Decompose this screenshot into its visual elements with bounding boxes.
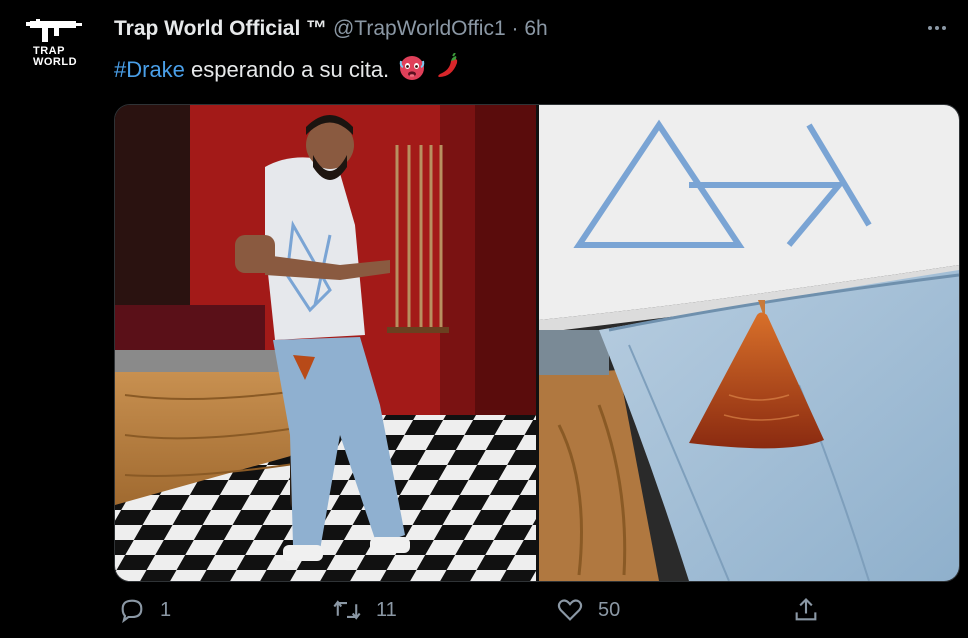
- hashtag-link[interactable]: #Drake: [114, 57, 185, 82]
- uzi-gun-logo: [26, 19, 82, 42]
- tweet-body: esperando a su cita.: [184, 57, 390, 82]
- user-handle[interactable]: @TrapWorldOffic1: [333, 17, 506, 40]
- hot-face-emoji: [400, 56, 425, 80]
- display-name[interactable]: Trap World Official ™: [114, 17, 327, 40]
- retweet-count: 11: [376, 598, 397, 621]
- media-grid: [114, 104, 960, 582]
- chili-pepper-emoji: [438, 53, 458, 77]
- photo-closeup-bag[interactable]: [539, 105, 959, 581]
- timestamp[interactable]: 6h: [524, 17, 547, 40]
- photo-drake-pool-table[interactable]: [115, 105, 536, 581]
- reply-icon: [121, 599, 143, 624]
- like-icon: [557, 599, 583, 621]
- avatar-logo-text: TRAP WORLD: [32, 45, 78, 68]
- tweet-text: #Drake esperando a su cita.: [114, 53, 462, 84]
- avatar[interactable]: TRAP WORLD: [20, 18, 90, 88]
- retweet-button[interactable]: 11: [332, 596, 397, 624]
- tweet: TRAP WORLD Trap World Official ™ @TrapWo…: [0, 0, 968, 638]
- retweet-icon: [333, 600, 361, 620]
- share-icon: [795, 598, 817, 621]
- action-bar: 1 11 50: [114, 596, 958, 632]
- more-options-icon[interactable]: [928, 18, 952, 38]
- like-button[interactable]: 50: [556, 596, 620, 624]
- separator: ·: [511, 17, 519, 40]
- reply-count: 1: [160, 598, 172, 621]
- reply-button[interactable]: 1: [118, 596, 171, 624]
- like-count: 50: [598, 598, 621, 621]
- share-button[interactable]: [792, 596, 820, 624]
- tweet-header: Trap World Official ™ @TrapWorldOffic1 ·…: [114, 16, 548, 42]
